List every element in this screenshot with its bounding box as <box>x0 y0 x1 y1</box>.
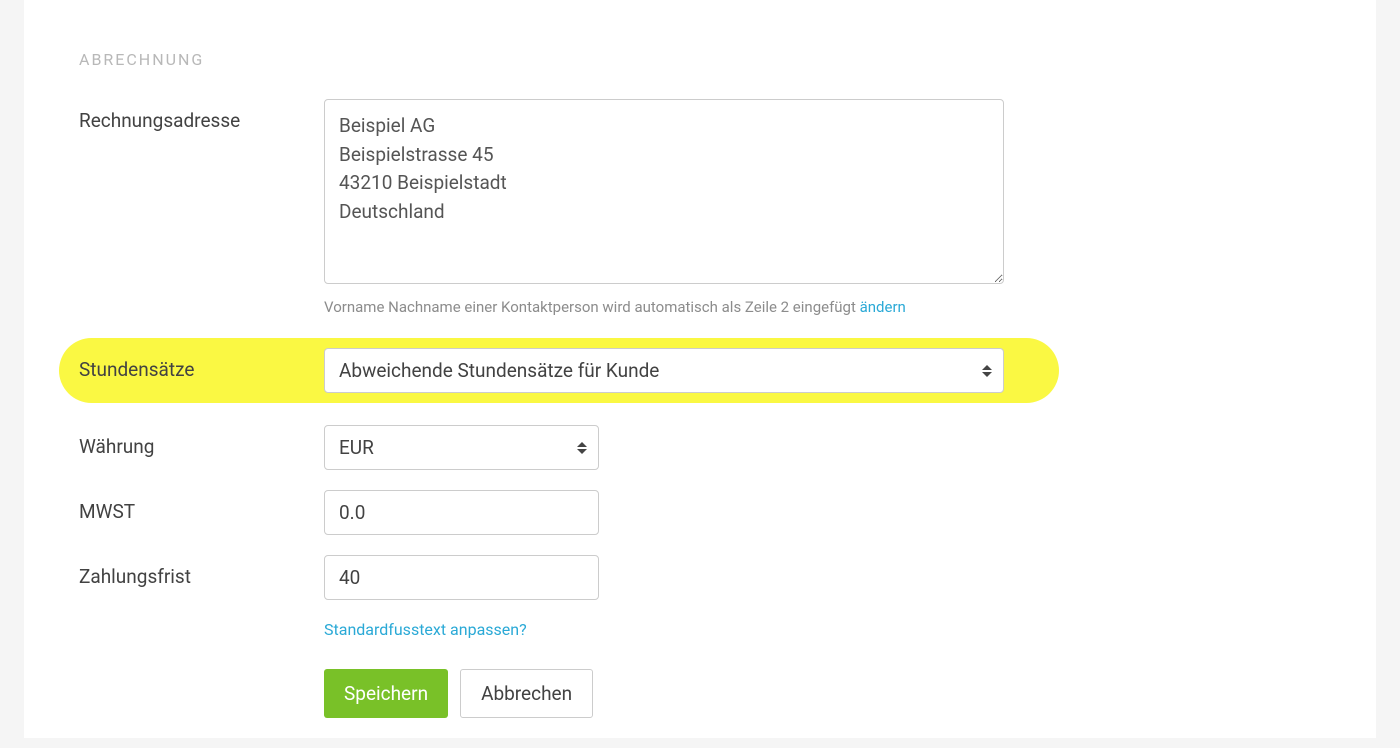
cancel-button[interactable]: Abbrechen <box>460 669 593 718</box>
hourly-rates-highlight: Stundensätze Abweichende Stundensätze fü… <box>59 338 1059 403</box>
hourly-rates-select[interactable]: Abweichende Stundensätze für Kunde <box>324 348 1004 393</box>
save-button[interactable]: Speichern <box>324 669 448 718</box>
billing-address-label: Rechnungsadresse <box>79 99 324 132</box>
billing-address-hint-text: Vorname Nachname einer Kontaktperson wir… <box>324 298 860 316</box>
hourly-rates-row: Stundensätze Abweichende Stundensätze fü… <box>79 348 1059 393</box>
payment-due-row: Zahlungsfrist <box>79 555 1321 600</box>
button-row: Speichern Abbrechen <box>324 669 1321 718</box>
billing-address-textarea[interactable] <box>324 99 1004 284</box>
hourly-rates-label: Stundensätze <box>79 348 324 381</box>
billing-address-row: Rechnungsadresse Vorname Nachname einer … <box>79 99 1321 316</box>
currency-row: Währung EUR <box>79 425 1321 470</box>
currency-label: Währung <box>79 425 324 458</box>
section-title: ABRECHNUNG <box>79 50 1321 69</box>
vat-row: MWST <box>79 490 1321 535</box>
payment-due-label: Zahlungsfrist <box>79 555 324 588</box>
payment-due-input[interactable] <box>324 555 599 600</box>
vat-label: MWST <box>79 490 324 523</box>
footer-text-link[interactable]: Standardfusstext anpassen? <box>324 620 527 639</box>
form-panel: ABRECHNUNG Rechnungsadresse Vorname Nach… <box>24 0 1376 738</box>
vat-input[interactable] <box>324 490 599 535</box>
currency-select[interactable]: EUR <box>324 425 599 470</box>
billing-address-hint-link[interactable]: ändern <box>860 298 906 316</box>
billing-address-hint: Vorname Nachname einer Kontaktperson wir… <box>324 298 1004 316</box>
